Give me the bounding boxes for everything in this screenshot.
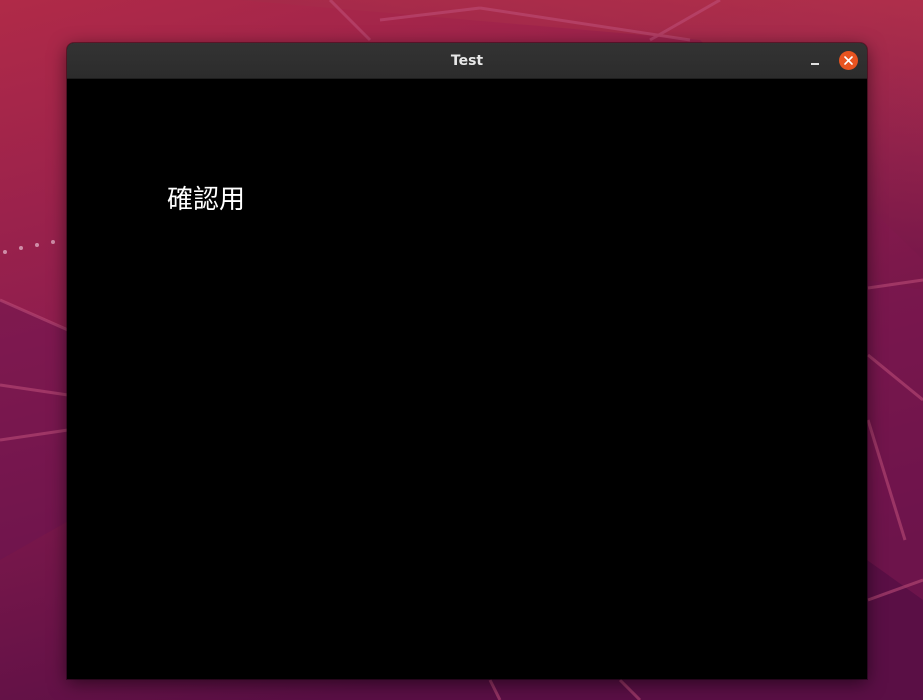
- window-titlebar[interactable]: Test: [67, 43, 867, 79]
- window-content: 確認用: [67, 79, 867, 679]
- close-icon: [844, 56, 853, 65]
- minimize-icon: [811, 63, 819, 65]
- window-title: Test: [450, 53, 484, 69]
- close-button[interactable]: [839, 51, 858, 70]
- content-label: 確認用: [167, 185, 246, 215]
- minimize-button[interactable]: [805, 51, 825, 71]
- app-window: Test 確認用: [67, 43, 867, 679]
